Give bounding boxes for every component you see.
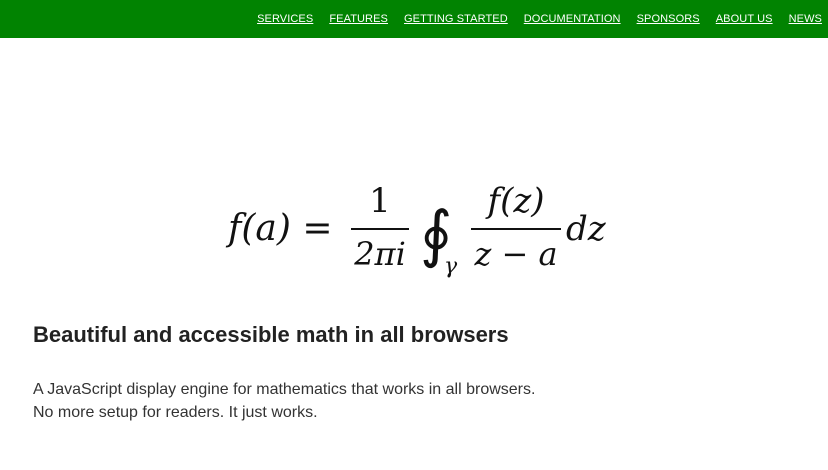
formula-lhs: f(a) = [225, 208, 332, 249]
formula-numerator: 1 [369, 181, 391, 221]
integrand-numerator: f(z) [484, 181, 544, 221]
formula-subscript: γ [444, 254, 458, 279]
integrand-denominator: z − a [473, 235, 557, 273]
hero-heading: Beautiful and accessible math in all bro… [33, 322, 509, 347]
hero-description: A JavaScript display engine for mathemat… [33, 378, 535, 424]
formula-differential: dz [566, 209, 607, 249]
hero-description-line-2: No more setup for readers. It just works… [33, 404, 318, 421]
formula-denominator: 2πi [353, 235, 406, 273]
hero-description-line-1: A JavaScript display engine for mathemat… [33, 381, 536, 398]
